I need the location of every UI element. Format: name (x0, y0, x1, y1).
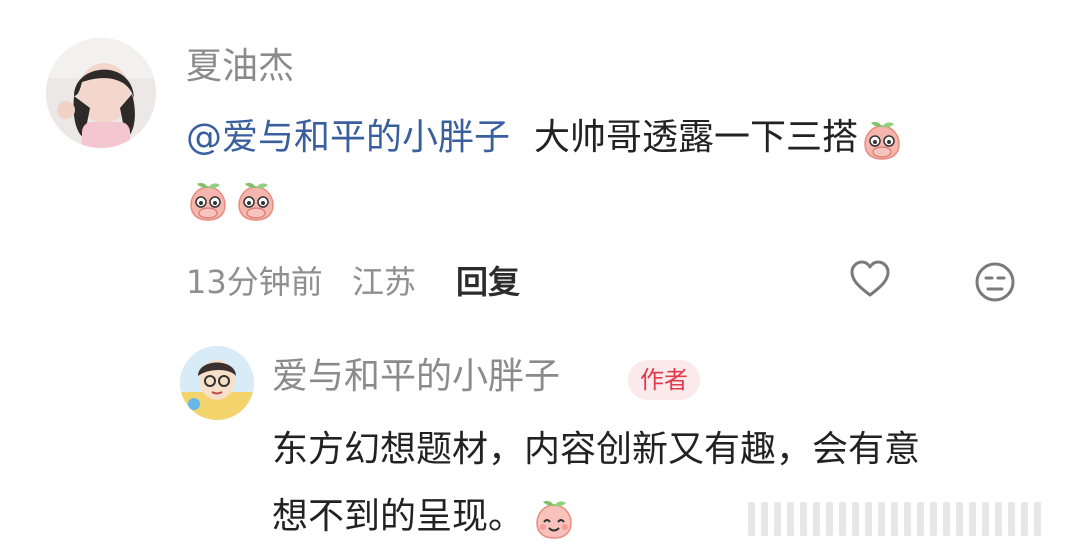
commenter-name[interactable]: 夏油杰 (186, 47, 294, 87)
reply-text-line1: 东方幻想题材，内容创新又有趣，会有意 (272, 429, 921, 470)
replier-avatar-image (180, 346, 254, 420)
commenter-avatar-image (46, 38, 156, 148)
reply-text-line2-body: 想不到的呈现。 (272, 496, 525, 537)
peach-blush-emoji (238, 182, 274, 221)
comment-text: @爱与和平的小胖子 大帅哥透露一下三搭 (186, 116, 904, 161)
commenter-avatar[interactable] (46, 38, 156, 148)
peach-blush-emoji (864, 121, 900, 160)
comment-body: 大帅哥透露一下三搭 (534, 117, 859, 158)
replier-avatar[interactable] (180, 346, 254, 420)
comment-emoji-row (186, 178, 278, 222)
reply-text-line2: 想不到的呈现。 (272, 495, 576, 540)
heart-icon[interactable] (848, 258, 892, 302)
peach-smile-emoji (536, 500, 573, 539)
peach-blush-emoji (190, 182, 226, 221)
dislike-face-icon[interactable] (973, 260, 1017, 304)
mention-link[interactable]: @爱与和平的小胖子 (186, 117, 510, 158)
comment-time: 13分钟前 (186, 263, 323, 301)
replier-name[interactable]: 爱与和平的小胖子 (272, 357, 560, 397)
comment-location: 江苏 (352, 263, 417, 301)
watermark-bars (748, 502, 1047, 540)
author-badge: 作者 (628, 360, 700, 400)
reply-button[interactable]: 回复 (456, 262, 520, 302)
